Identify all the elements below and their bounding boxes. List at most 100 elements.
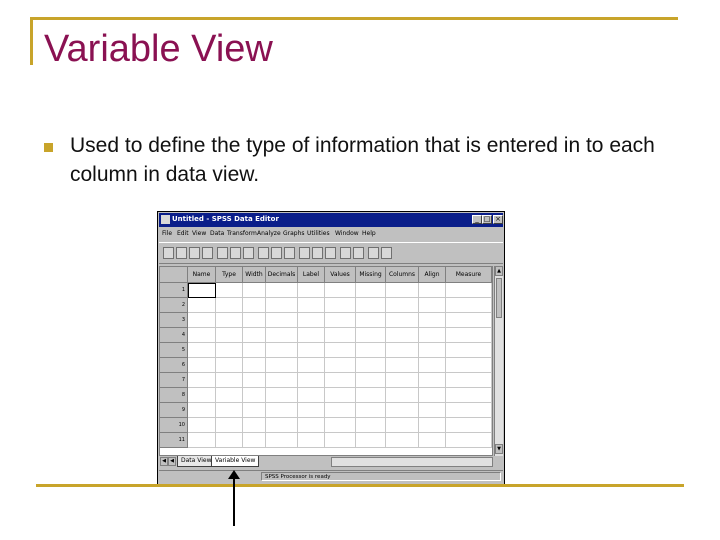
grid-cell[interactable] — [446, 403, 492, 418]
grid-cell[interactable] — [386, 388, 419, 403]
print-icon[interactable] — [189, 247, 200, 259]
row-header[interactable]: 5 — [160, 343, 188, 358]
horizontal-scrollbar[interactable] — [331, 457, 493, 467]
menu-window[interactable]: Window — [335, 230, 359, 237]
menu-data[interactable]: Data — [210, 230, 224, 237]
grid-cell[interactable] — [446, 298, 492, 313]
row-header[interactable]: 2 — [160, 298, 188, 313]
grid-cell[interactable] — [216, 403, 243, 418]
dialog-recall-icon[interactable] — [202, 247, 213, 259]
grid-cell[interactable] — [446, 283, 492, 298]
open-icon[interactable] — [163, 247, 174, 259]
grid-cell[interactable] — [266, 373, 298, 388]
insert-variable-icon[interactable] — [312, 247, 323, 259]
grid-cell[interactable] — [266, 358, 298, 373]
grid-cell[interactable] — [325, 328, 356, 343]
row-header[interactable]: 11 — [160, 433, 188, 448]
grid-cell[interactable] — [298, 418, 325, 433]
grid-cell[interactable] — [188, 328, 216, 343]
grid-cell[interactable] — [446, 388, 492, 403]
column-header-decimals[interactable]: Decimals — [266, 267, 298, 283]
grid-cell[interactable] — [243, 403, 266, 418]
column-header-missing[interactable]: Missing — [356, 267, 386, 283]
grid-cell[interactable] — [266, 328, 298, 343]
menu-edit[interactable]: Edit — [177, 230, 189, 237]
grid-cell[interactable] — [298, 343, 325, 358]
grid-cell[interactable] — [419, 433, 446, 448]
column-header-columns[interactable]: Columns — [386, 267, 419, 283]
grid-cell[interactable] — [325, 343, 356, 358]
grid-cell[interactable] — [356, 373, 386, 388]
grid-cell[interactable] — [325, 403, 356, 418]
prev-sheet-icon[interactable]: ◀ — [168, 457, 176, 466]
menu-view[interactable]: View — [192, 230, 206, 237]
grid-cell[interactable] — [419, 403, 446, 418]
menu-graphs[interactable]: Graphs — [283, 230, 305, 237]
grid-cell[interactable] — [216, 343, 243, 358]
grid-cell[interactable] — [216, 313, 243, 328]
column-header-align[interactable]: Align — [419, 267, 446, 283]
value-labels-icon[interactable] — [368, 247, 379, 259]
tab-variable-view[interactable]: Variable View — [211, 456, 260, 467]
grid-cell[interactable] — [188, 373, 216, 388]
grid-cell[interactable] — [419, 388, 446, 403]
grid-cell[interactable] — [419, 358, 446, 373]
grid-cell[interactable] — [356, 418, 386, 433]
grid-cell[interactable] — [216, 298, 243, 313]
grid-cell[interactable] — [216, 418, 243, 433]
scroll-up-icon[interactable]: ▲ — [495, 266, 503, 276]
grid-cell[interactable] — [356, 283, 386, 298]
variables-icon[interactable] — [271, 247, 282, 259]
grid-cell[interactable] — [325, 283, 356, 298]
grid-cell[interactable] — [298, 298, 325, 313]
column-header-measure[interactable]: Measure — [446, 267, 492, 283]
row-header[interactable]: 9 — [160, 403, 188, 418]
app-icon[interactable] — [161, 215, 170, 224]
row-header[interactable]: 6 — [160, 358, 188, 373]
grid-cell[interactable] — [325, 388, 356, 403]
minimize-icon[interactable]: _ — [472, 215, 482, 224]
grid-cell[interactable] — [446, 358, 492, 373]
grid-cell[interactable] — [243, 298, 266, 313]
menu-file[interactable]: File — [162, 230, 172, 237]
column-header-values[interactable]: Values — [325, 267, 356, 283]
grid-cell[interactable] — [386, 358, 419, 373]
grid-cell[interactable] — [266, 343, 298, 358]
column-header-width[interactable]: Width — [243, 267, 266, 283]
grid-cell[interactable] — [188, 418, 216, 433]
grid-cell[interactable] — [325, 313, 356, 328]
grid-cell[interactable] — [419, 328, 446, 343]
weight-cases-icon[interactable] — [340, 247, 351, 259]
grid-cell[interactable] — [419, 343, 446, 358]
grid-cell[interactable] — [386, 433, 419, 448]
grid-cell[interactable] — [298, 433, 325, 448]
tab-data-view[interactable]: Data View — [177, 456, 216, 467]
grid-cell[interactable] — [188, 283, 216, 298]
menu-help[interactable]: Help — [362, 230, 376, 237]
grid-cell[interactable] — [446, 313, 492, 328]
grid-cell[interactable] — [356, 328, 386, 343]
grid-cell[interactable] — [298, 313, 325, 328]
grid-cell[interactable] — [325, 418, 356, 433]
grid-cell[interactable] — [325, 373, 356, 388]
grid-cell[interactable] — [216, 328, 243, 343]
window-titlebar[interactable]: Untitled - SPSS Data Editor _ □ × — [159, 213, 503, 227]
grid-cell[interactable] — [298, 358, 325, 373]
grid-cell[interactable] — [298, 373, 325, 388]
grid-cell[interactable] — [325, 358, 356, 373]
grid-cell[interactable] — [386, 373, 419, 388]
grid-cell[interactable] — [419, 298, 446, 313]
grid-cell[interactable] — [243, 418, 266, 433]
grid-cell[interactable] — [243, 388, 266, 403]
vertical-scrollbar[interactable]: ▲ ▼ — [494, 266, 503, 456]
row-header[interactable]: 3 — [160, 313, 188, 328]
grid-cell[interactable] — [266, 313, 298, 328]
grid-cell[interactable] — [188, 298, 216, 313]
grid-cell[interactable] — [298, 283, 325, 298]
grid-cell[interactable] — [386, 343, 419, 358]
grid-cell[interactable] — [188, 403, 216, 418]
grid-cell[interactable] — [188, 343, 216, 358]
grid-cell[interactable] — [356, 433, 386, 448]
save-icon[interactable] — [176, 247, 187, 259]
grid-cell[interactable] — [446, 433, 492, 448]
